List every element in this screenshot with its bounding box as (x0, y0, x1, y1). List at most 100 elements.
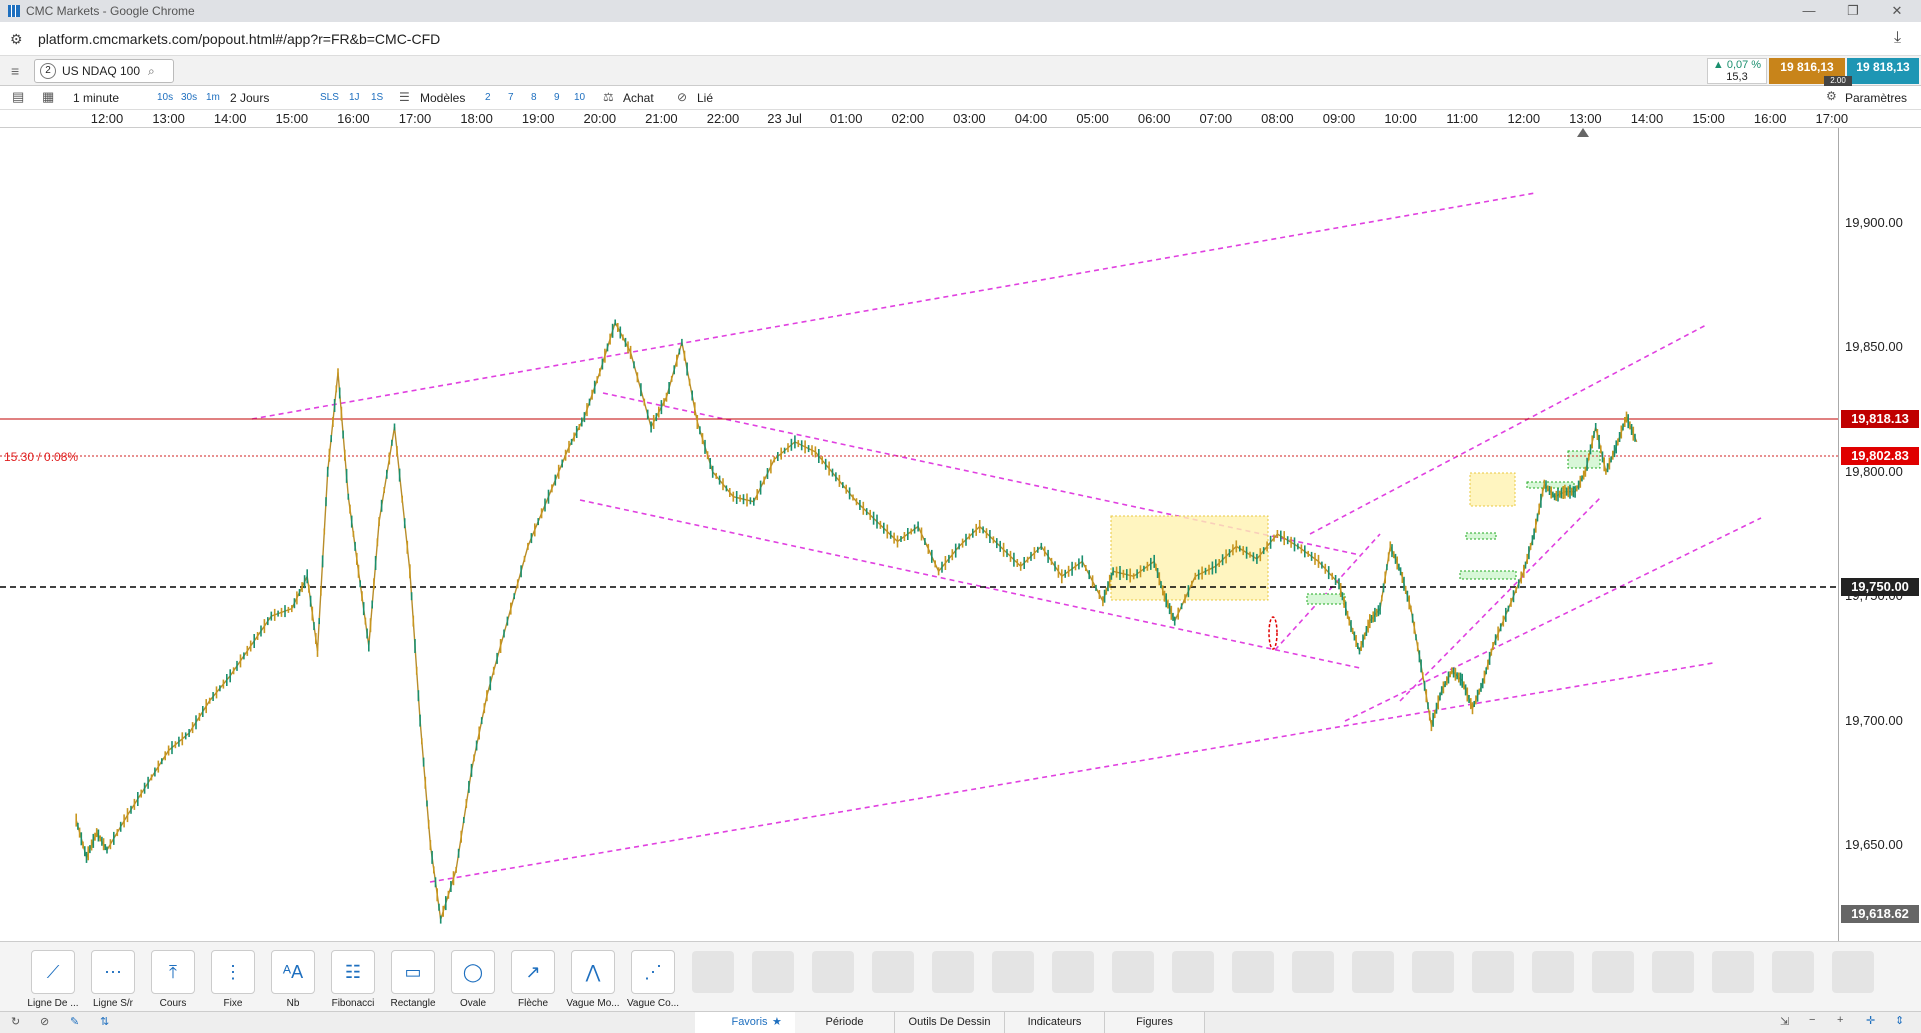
chart-toolbar: ▤ ▦ 1 minute 10s 30s 1m 2 Jours SLS 1J 1… (0, 86, 1921, 110)
drawing-toolbar: ⟋ Ligne De ... ⋯ Ligne S/r ⤒ Cours ⋮ Fixe ᴬA Nb ☷ F… (0, 941, 1921, 1011)
interval-select[interactable]: 1 minute (73, 91, 119, 105)
time-tick-label: 23 Jul (767, 111, 802, 126)
tool-sr-line[interactable]: ⋯ Ligne S/r (84, 950, 142, 1009)
tool-label: Ovale (459, 998, 487, 1009)
settings-icon[interactable]: ⚙ (1826, 89, 1837, 103)
pencil-icon[interactable]: ✎ (70, 1015, 79, 1028)
search-icon[interactable]: ⌕ (148, 64, 155, 79)
empty-tool-slot[interactable] (1112, 951, 1154, 993)
quick-sls[interactable]: SLS (320, 92, 339, 103)
empty-tool-slot[interactable] (1352, 951, 1394, 993)
refresh-icon[interactable]: ↻ (11, 1015, 20, 1028)
quick-1m[interactable]: 1m (206, 92, 220, 103)
bottom-tab[interactable]: Figures (1105, 1012, 1205, 1033)
tool-vertical-line[interactable]: ⋮ Fixe (204, 950, 262, 1009)
buy-button[interactable]: 19 818,13 (1847, 58, 1919, 84)
empty-tool-slot[interactable] (1292, 951, 1334, 993)
empty-tool-slot[interactable] (752, 951, 794, 993)
empty-tool-slot[interactable] (1592, 951, 1634, 993)
quick-7[interactable]: 7 (508, 92, 514, 103)
zoom-fit-icon[interactable]: ⇲ (1780, 1015, 1789, 1028)
tool-rectangle[interactable]: ▭ Rectangle (384, 950, 442, 1009)
empty-tool-slot[interactable] (1472, 951, 1514, 993)
tool-text[interactable]: ᴬA Nb (264, 950, 322, 1009)
time-tick-label: 06:00 (1137, 111, 1171, 126)
time-tick-label: 20:00 (583, 111, 617, 126)
time-tick-label: 17:00 (398, 111, 432, 126)
link-icon[interactable]: ⊘ (677, 90, 687, 104)
quick-2[interactable]: 2 (485, 92, 491, 103)
bottom-tab[interactable]: Indicateurs (1005, 1012, 1105, 1033)
cancel-icon[interactable]: ⊘ (40, 1015, 49, 1028)
link-button[interactable]: Lié (697, 91, 713, 105)
tool-label: Rectangle (390, 998, 436, 1009)
empty-tool-slot[interactable] (1772, 951, 1814, 993)
tool-corrective-wave[interactable]: ⋰ Vague Co... (624, 950, 682, 1009)
zoom-out-icon[interactable]: − (1809, 1014, 1815, 1026)
quick-8[interactable]: 8 (531, 92, 537, 103)
time-tick-label: 05:00 (1076, 111, 1109, 126)
price-tick-label: 19,800.00 (1845, 463, 1903, 479)
empty-tool-slot[interactable] (1232, 951, 1274, 993)
empty-tool-slot[interactable] (1832, 951, 1874, 993)
empty-tool-slot[interactable] (1172, 951, 1214, 993)
settings-button[interactable]: Paramètres (1845, 91, 1907, 105)
site-info-icon[interactable]: ⚙ (10, 31, 23, 48)
quick-10s[interactable]: 10s (157, 92, 173, 103)
empty-tool-slot[interactable] (1412, 951, 1454, 993)
price-tick-label: 19,650.00 (1845, 837, 1903, 852)
tool-fibonacci[interactable]: ☷ Fibonacci (324, 950, 382, 1009)
restore-icon[interactable]: ❐ (1831, 0, 1875, 22)
tool-arrow[interactable]: ↗ Flèche (504, 950, 562, 1009)
change-box: ▲ 0,07 % 15,3 (1707, 58, 1767, 84)
tool-wave[interactable]: ⋀ Vague Mo... (564, 950, 622, 1009)
templates-button[interactable]: Modèles (420, 91, 465, 105)
chart-list-icon[interactable]: ▤ (12, 89, 24, 105)
empty-tool-slot[interactable] (992, 951, 1034, 993)
empty-tool-slot[interactable] (932, 951, 974, 993)
tool-trend-line[interactable]: ⟋ Ligne De ... (24, 950, 82, 1009)
marker-oval (1268, 616, 1278, 650)
green-zone (1567, 450, 1601, 469)
zoom-in-icon[interactable]: + (1837, 1014, 1843, 1026)
instrument-tab[interactable]: 2 US NDAQ 100 ⌕ (34, 59, 174, 83)
empty-tool-slot[interactable] (1712, 951, 1754, 993)
empty-tool-slot[interactable] (872, 951, 914, 993)
quick-9[interactable]: 9 (554, 92, 560, 103)
bottom-tab[interactable]: Favoris (695, 1012, 805, 1033)
quick-30s[interactable]: 30s (181, 92, 197, 103)
wave-icon: ⋀ (571, 950, 615, 994)
expand-icon[interactable]: ⇕ (1895, 1014, 1904, 1027)
favorites-star-icon[interactable]: ★ (772, 1015, 782, 1028)
layout-icon[interactable]: ▦ (42, 89, 54, 105)
empty-tool-slot[interactable] (1532, 951, 1574, 993)
address-bar[interactable]: ⚙ platform.cmcmarkets.com/popout.html#/a… (0, 22, 1921, 56)
minimize-icon[interactable]: — (1787, 0, 1831, 22)
download-icon[interactable]: ⤓ (1894, 29, 1901, 47)
crosshair-icon[interactable]: ✛ (1866, 1014, 1875, 1027)
price-chart[interactable] (0, 128, 1838, 941)
menu-icon[interactable]: ≡ (11, 63, 19, 79)
tool-label: Ligne S/r (92, 998, 134, 1009)
empty-tool-slot[interactable] (1052, 951, 1094, 993)
quick-1s[interactable]: 1S (371, 92, 383, 103)
time-tick-label: 12:00 (1507, 111, 1541, 126)
tool-label: Cours (159, 998, 187, 1009)
bottom-tab[interactable]: Période (795, 1012, 895, 1033)
buy-mode-icon[interactable]: ⚖ (603, 90, 614, 104)
empty-tool-slot[interactable] (692, 951, 734, 993)
buy-mode-button[interactable]: Achat (623, 91, 654, 105)
templates-icon[interactable]: ☰ (399, 90, 410, 104)
empty-tool-slot[interactable] (812, 951, 854, 993)
url-text[interactable]: platform.cmcmarkets.com/popout.html#/app… (38, 31, 440, 47)
magnet-icon[interactable]: ⇅ (100, 1015, 109, 1028)
chart-area[interactable]: 15.30 / 0.08% (0, 128, 1921, 941)
bottom-tab[interactable]: Outils De Dessin (895, 1012, 1005, 1033)
tool-price[interactable]: ⤒ Cours (144, 950, 202, 1009)
empty-tool-slot[interactable] (1652, 951, 1694, 993)
quick-1j[interactable]: 1J (349, 92, 360, 103)
quick-10[interactable]: 10 (574, 92, 585, 103)
close-icon[interactable]: ✕ (1875, 0, 1919, 22)
range-select[interactable]: 2 Jours (230, 91, 269, 105)
tool-oval[interactable]: ◯ Ovale (444, 950, 502, 1009)
